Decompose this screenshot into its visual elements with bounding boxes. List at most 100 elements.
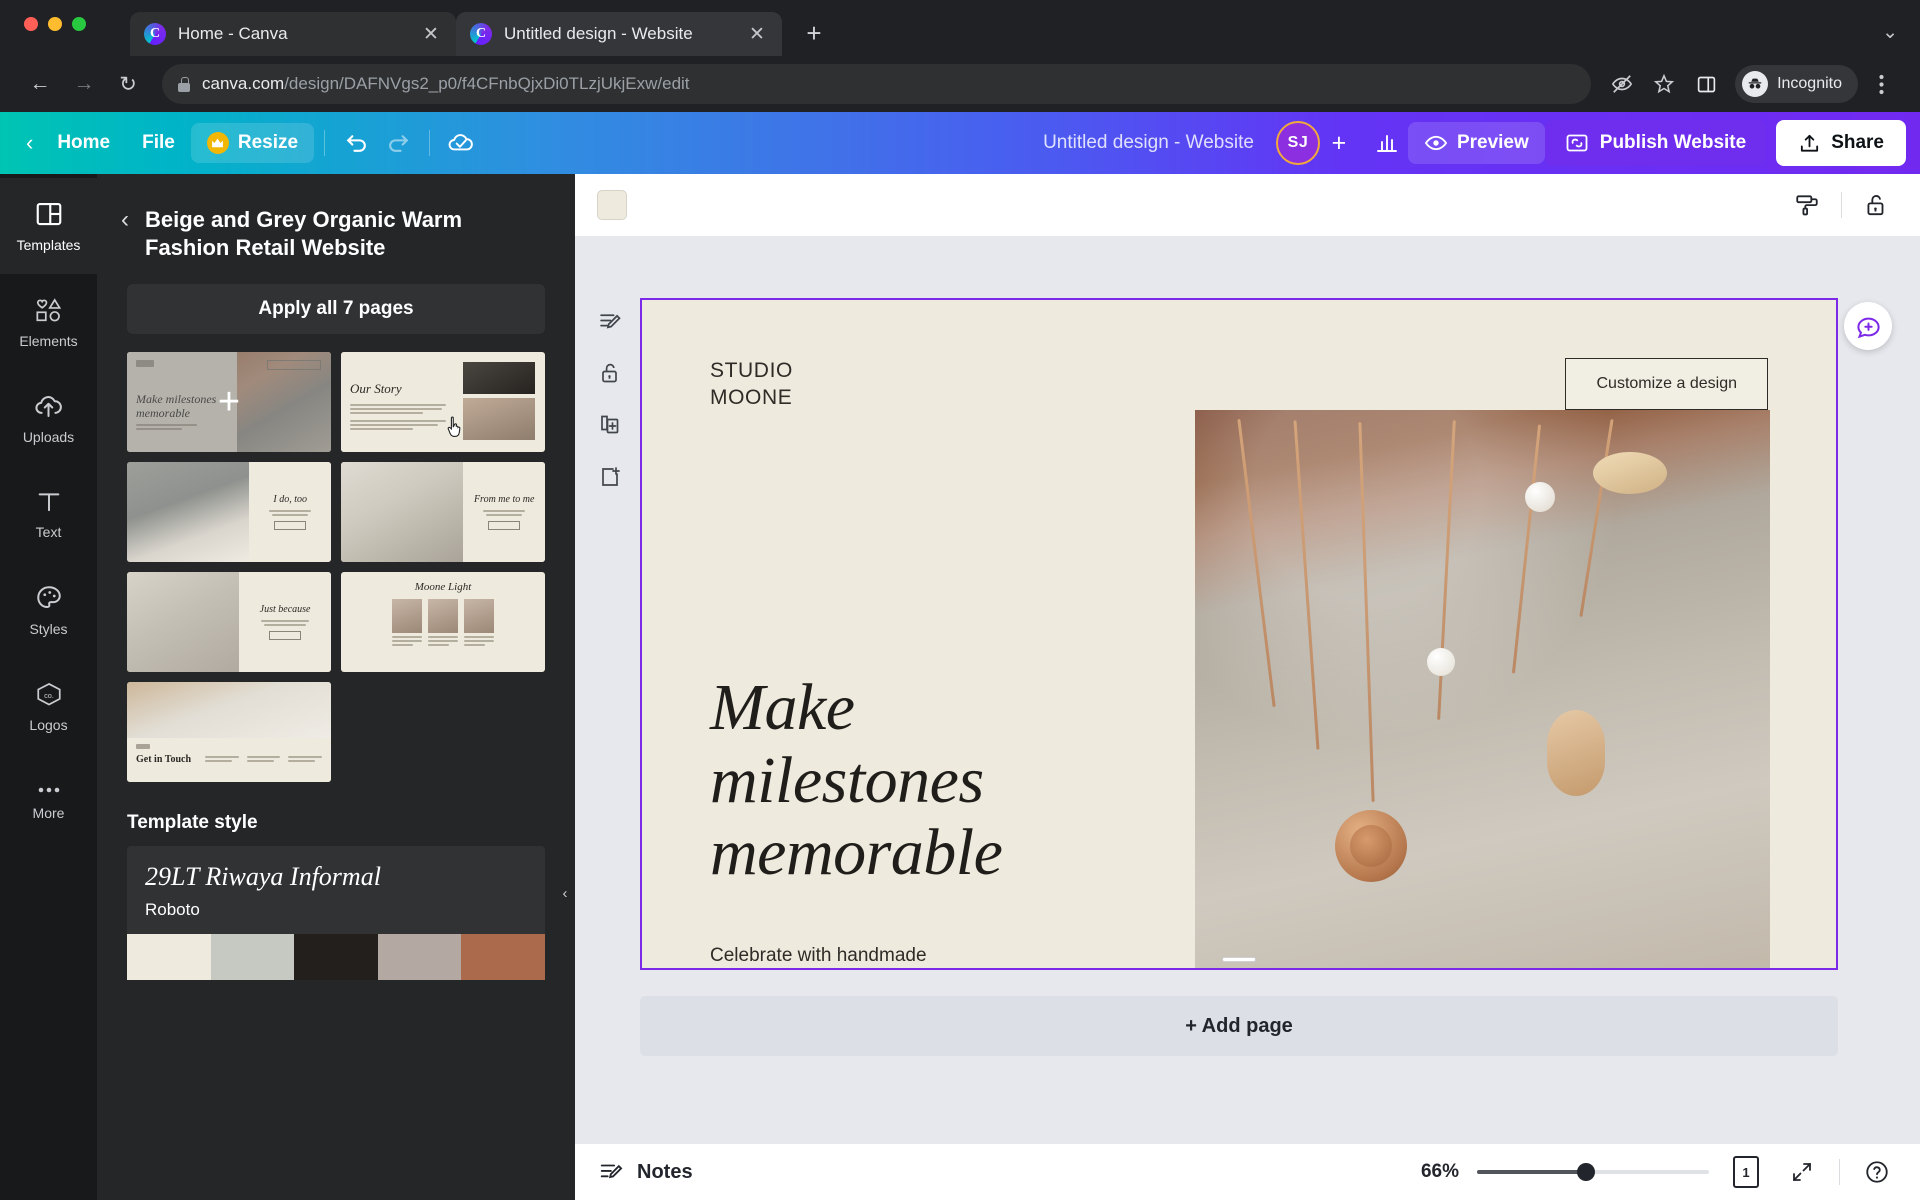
comment-plus-icon[interactable] xyxy=(1844,302,1892,350)
zoom-slider-knob[interactable] xyxy=(1577,1163,1595,1181)
lock-icon xyxy=(178,76,190,92)
canva-toolbar: ‹ Home File Resize Untitled design - Web… xyxy=(0,112,1920,174)
page-logo[interactable]: STUDIO MOONE xyxy=(710,358,793,412)
incognito-profile-chip[interactable]: Incognito xyxy=(1735,65,1858,103)
template-thumbnail[interactable]: Make milestones memorable + xyxy=(127,352,331,453)
window-close-button[interactable] xyxy=(24,17,38,31)
tab-close-icon[interactable]: ✕ xyxy=(420,23,442,46)
window-traffic-lights xyxy=(24,17,86,31)
template-thumbnail[interactable]: Just because xyxy=(127,572,331,673)
page-resize-handle[interactable] xyxy=(1222,957,1256,962)
publish-website-button[interactable]: Publish Website xyxy=(1544,120,1767,166)
toolbar-divider xyxy=(1839,1159,1840,1185)
tab-search-chevron-icon[interactable]: ⌄ xyxy=(1882,21,1898,44)
cloud-saved-icon[interactable] xyxy=(440,122,482,164)
canvas-scroll-area[interactable]: STUDIO MOONE Customize a design Make mil… xyxy=(575,236,1920,1200)
template-thumbnail[interactable]: From me to me xyxy=(341,462,545,563)
redo-button[interactable] xyxy=(377,122,419,164)
uploads-icon xyxy=(35,396,62,417)
page-color-swatch[interactable] xyxy=(597,190,627,220)
zoom-slider[interactable] xyxy=(1477,1163,1709,1181)
color-swatch[interactable] xyxy=(461,934,545,981)
publish-icon xyxy=(1566,134,1588,152)
logos-icon: co. xyxy=(36,682,61,706)
help-icon[interactable] xyxy=(1858,1153,1896,1191)
panel-back-chevron-icon[interactable]: ‹ xyxy=(115,200,135,240)
browser-tab-design[interactable]: C Untitled design - Website ✕ xyxy=(456,12,782,56)
thumb-heading: I do, too xyxy=(273,494,307,506)
eye-slash-icon[interactable] xyxy=(1603,65,1641,103)
insights-chart-icon[interactable] xyxy=(1366,122,1408,164)
notes-icon[interactable] xyxy=(595,306,625,336)
duplicate-page-icon[interactable] xyxy=(595,410,625,440)
page-subtext[interactable]: Celebrate with handmade custom jewelry xyxy=(710,942,927,968)
color-swatch[interactable] xyxy=(294,934,378,981)
panel-collapse-handle[interactable]: ‹ xyxy=(554,864,575,922)
add-page-button[interactable]: + Add page xyxy=(640,996,1838,1056)
sidebar-item-more[interactable]: More xyxy=(0,754,97,850)
document-title[interactable]: Untitled design - Website xyxy=(1029,123,1268,163)
add-template-plus-icon[interactable]: + xyxy=(218,383,240,421)
unlock-icon[interactable] xyxy=(595,358,625,388)
sidebar-item-logos[interactable]: co. Logos xyxy=(0,658,97,754)
sidebar-item-styles[interactable]: Styles xyxy=(0,562,97,658)
toolbar-divider xyxy=(429,130,431,156)
tab-close-icon[interactable]: ✕ xyxy=(746,23,768,46)
tab-strip: C Home - Canva ✕ C Untitled design - Web… xyxy=(0,0,1920,56)
templates-icon xyxy=(36,202,61,226)
thumb-portraits xyxy=(351,599,535,648)
url-domain: canva.com xyxy=(202,74,285,93)
sidebar-item-templates[interactable]: Templates xyxy=(0,178,97,274)
toolbar-back-chevron-icon[interactable]: ‹ xyxy=(18,130,41,156)
browser-tab-home[interactable]: C Home - Canva ✕ xyxy=(130,12,456,56)
page-headline[interactable]: Make milestones memorable xyxy=(710,671,1003,890)
browser-menu-icon[interactable] xyxy=(1862,65,1900,103)
expand-icon[interactable] xyxy=(1783,1153,1821,1191)
publish-label: Publish Website xyxy=(1599,132,1747,153)
window-maximize-button[interactable] xyxy=(72,17,86,31)
apply-all-pages-button[interactable]: Apply all 7 pages xyxy=(127,284,545,335)
avatar[interactable]: SJ xyxy=(1275,121,1320,165)
template-thumbnail[interactable]: Moone Light xyxy=(341,572,545,673)
more-icon xyxy=(38,787,59,793)
bookmark-star-icon[interactable] xyxy=(1645,65,1683,103)
color-swatch[interactable] xyxy=(377,934,462,981)
notes-button[interactable]: Notes xyxy=(599,1159,693,1185)
template-style-card[interactable]: 29LT Riwaya Informal Roboto xyxy=(127,846,545,935)
template-thumbnail[interactable]: Our Story xyxy=(341,352,545,453)
back-button[interactable]: ← xyxy=(20,64,60,104)
address-bar[interactable]: canva.com/design/DAFNVgs2_p0/f4CFnbQjxDi… xyxy=(162,64,1592,104)
reload-button[interactable]: ↻ xyxy=(108,64,148,104)
file-menu-button[interactable]: File xyxy=(126,123,191,163)
preview-button[interactable]: Preview xyxy=(1407,122,1545,164)
undo-button[interactable] xyxy=(335,122,377,164)
thumb-heading: Our Story xyxy=(350,381,402,397)
new-tab-button[interactable]: + xyxy=(796,15,832,51)
home-button[interactable]: Home xyxy=(41,123,126,163)
color-swatch[interactable] xyxy=(127,934,211,981)
template-thumbnail-grid: Make milestones memorable + Our Story I … xyxy=(97,334,575,783)
paint-roller-icon[interactable] xyxy=(1785,183,1829,227)
page-hero-photo[interactable] xyxy=(1195,410,1770,968)
add-page-icon[interactable] xyxy=(595,462,625,492)
add-collaborator-button[interactable]: + xyxy=(1320,124,1358,162)
window-minimize-button[interactable] xyxy=(48,17,62,31)
sidebar-item-text[interactable]: Text xyxy=(0,466,97,562)
notes-label: Notes xyxy=(637,1160,693,1183)
design-page[interactable]: STUDIO MOONE Customize a design Make mil… xyxy=(640,298,1838,970)
canva-favicon-icon: C xyxy=(144,23,166,45)
template-thumbnail[interactable]: I do, too xyxy=(127,462,331,563)
resize-button[interactable]: Resize xyxy=(190,123,315,163)
thumb-hover-overlay[interactable]: + xyxy=(127,352,331,453)
customize-a-design-button[interactable]: Customize a design xyxy=(1565,358,1768,410)
share-button[interactable]: Share xyxy=(1776,120,1906,166)
sidebar-item-uploads[interactable]: Uploads xyxy=(0,370,97,466)
thumb-heading: Just because xyxy=(259,604,311,616)
sidebar-item-elements[interactable]: Elements xyxy=(0,274,97,370)
side-panel-icon[interactable] xyxy=(1687,65,1725,103)
unlock-icon[interactable] xyxy=(1854,183,1898,227)
forward-button[interactable]: → xyxy=(64,64,104,104)
color-swatch[interactable] xyxy=(210,934,295,981)
template-thumbnail[interactable]: Get in Touch xyxy=(127,682,331,783)
page-count-button[interactable]: 1 xyxy=(1727,1153,1765,1191)
